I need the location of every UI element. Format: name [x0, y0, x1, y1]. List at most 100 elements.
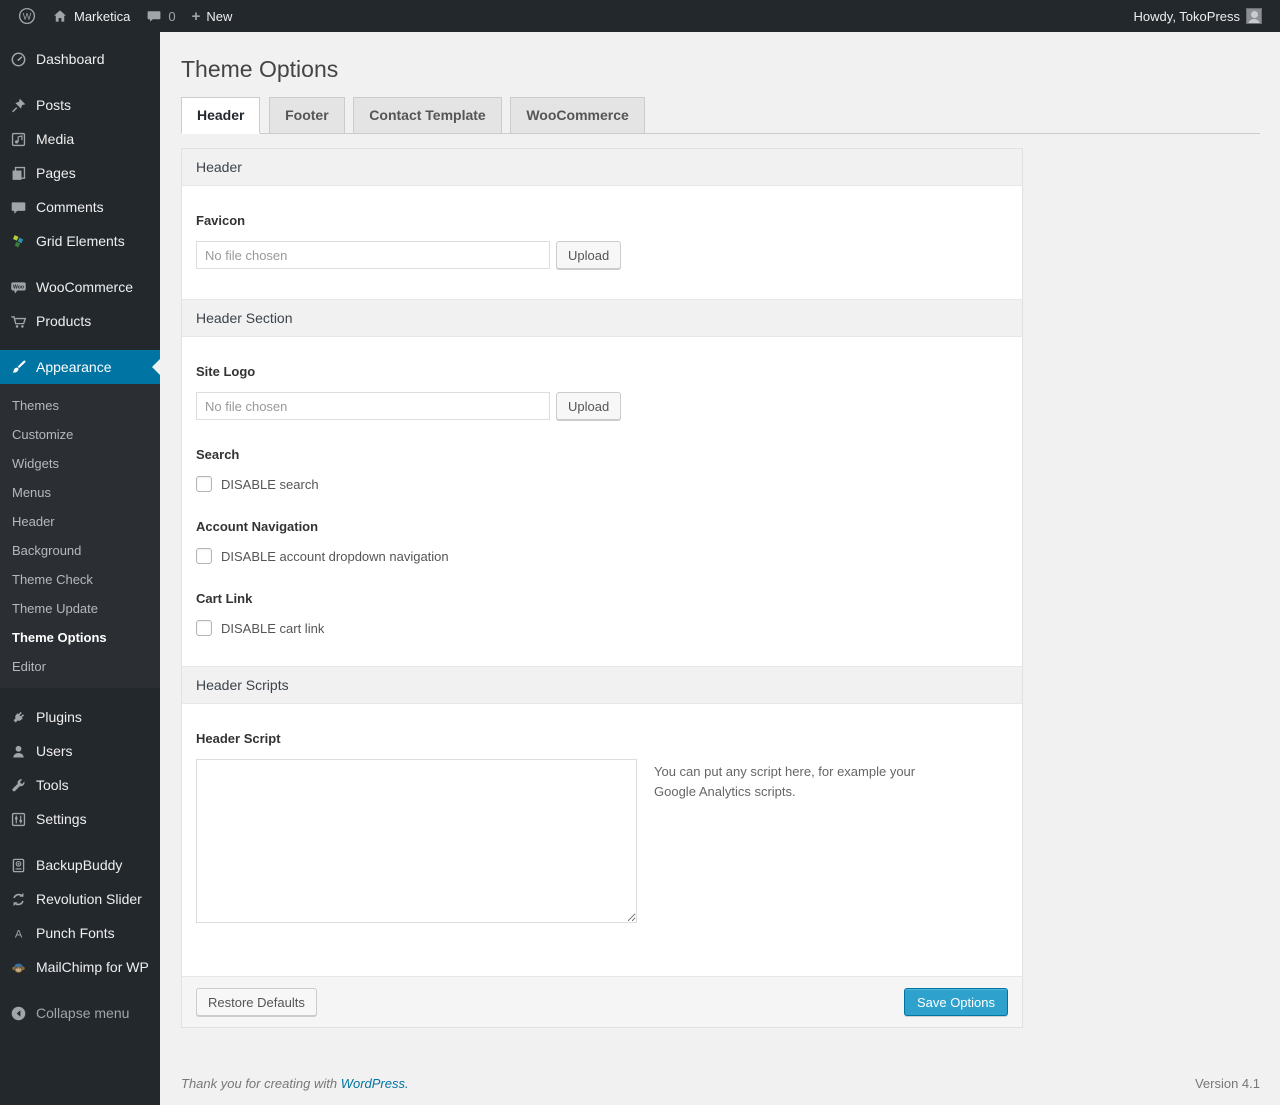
sidebar-item-punch-fonts[interactable]: A Punch Fonts — [0, 916, 160, 950]
version-label: Version 4.1 — [1194, 1076, 1260, 1091]
submenu-item-theme-check[interactable]: Theme Check — [0, 565, 160, 594]
header-script-note: You can put any script here, for example… — [654, 764, 916, 800]
submenu-item-menus[interactable]: Menus — [0, 478, 160, 507]
pushpin-icon — [9, 96, 27, 114]
sidebar-item-users[interactable]: Users — [0, 734, 160, 768]
sidebar-item-collapse-menu[interactable]: Collapse menu — [0, 996, 160, 1030]
favicon-label: Favicon — [196, 213, 246, 228]
sidebar-item-label: Plugins — [36, 709, 82, 725]
disable-search-checkbox[interactable] — [196, 476, 212, 492]
sidebar-item-dashboard[interactable]: Dashboard — [0, 42, 160, 76]
sidebar-item-revolution-slider[interactable]: Revolution Slider — [0, 882, 160, 916]
svg-text:A: A — [14, 928, 22, 940]
page-title: Theme Options — [181, 56, 339, 82]
sidebar-item-label: BackupBuddy — [36, 857, 123, 873]
disable-account-nav-checkbox[interactable] — [196, 548, 212, 564]
account-navigation-label: Account Navigation — [196, 519, 319, 534]
mailchimp-monkey-icon — [9, 958, 27, 976]
wp-logo-menu[interactable]: W — [10, 0, 44, 32]
footer-thanks-text: Thank you for creating with WordPress. — [181, 1076, 409, 1091]
main-content: Theme Options Header Footer Contact Temp… — [160, 32, 1280, 1105]
tab-contact-template[interactable]: Contact Template — [353, 97, 502, 134]
appearance-submenu: Themes Customize Widgets Menus Header Ba… — [0, 384, 160, 688]
footer-thanks-prefix: Thank you for creating with — [181, 1076, 338, 1091]
sidebar-item-label: Grid Elements — [36, 233, 125, 249]
sidebar-item-pages[interactable]: Pages — [0, 156, 160, 190]
comments-shortcut[interactable]: 0 — [138, 0, 183, 32]
sidebar-item-posts[interactable]: Posts — [0, 88, 160, 122]
submenu-item-widgets[interactable]: Widgets — [0, 449, 160, 478]
site-logo-upload-button[interactable]: Upload — [556, 392, 622, 420]
section-header-section-body: Site Logo Upload Search DISABLE search A… — [182, 364, 1022, 666]
sidebar-item-settings[interactable]: Settings — [0, 802, 160, 836]
svg-text:Woo: Woo — [13, 284, 24, 290]
user-avatar — [1246, 8, 1262, 24]
comments-icon — [9, 198, 27, 216]
sidebar-item-media[interactable]: Media — [0, 122, 160, 156]
header-script-label: Header Script — [196, 731, 281, 746]
favicon-upload-button[interactable]: Upload — [556, 241, 622, 269]
admin-sidebar: Dashboard Posts Media Pages Comments Gri… — [0, 32, 160, 1105]
user-icon — [9, 742, 27, 760]
tab-footer[interactable]: Footer — [269, 97, 345, 134]
submenu-item-editor[interactable]: Editor — [0, 652, 160, 681]
sidebar-item-woocommerce[interactable]: Woo WooCommerce — [0, 270, 160, 304]
refresh-arrows-icon — [9, 890, 27, 908]
submenu-item-theme-options[interactable]: Theme Options — [0, 623, 160, 652]
tab-header[interactable]: Header — [181, 97, 261, 134]
paintbrush-icon — [9, 358, 27, 376]
home-icon — [52, 8, 68, 24]
wordpress-link[interactable]: WordPress. — [341, 1076, 409, 1091]
submenu-item-header[interactable]: Header — [0, 507, 160, 536]
sidebar-item-plugins[interactable]: Plugins — [0, 700, 160, 734]
comment-bubble-icon — [146, 8, 162, 24]
restore-defaults-button[interactable]: Restore Defaults — [196, 988, 317, 1016]
submenu-item-themes[interactable]: Themes — [0, 391, 160, 420]
submenu-item-theme-update[interactable]: Theme Update — [0, 594, 160, 623]
wrench-icon — [9, 776, 27, 794]
settings-sliders-icon — [9, 810, 27, 828]
sidebar-item-label: Comments — [36, 199, 104, 215]
new-content-menu[interactable]: + New — [184, 0, 241, 32]
sidebar-item-label: Media — [36, 131, 75, 147]
dashboard-icon — [9, 50, 27, 68]
howdy-label: Howdy, TokoPress — [1133, 8, 1240, 24]
sidebar-item-label: Products — [36, 313, 92, 329]
sidebar-item-comments[interactable]: Comments — [0, 190, 160, 224]
cart-icon — [9, 312, 27, 330]
sidebar-item-mailchimp[interactable]: MailChimp for WP — [0, 950, 160, 984]
panel-footer: Restore Defaults Save Options — [182, 976, 1022, 1027]
site-name-link[interactable]: Marketica — [44, 0, 138, 32]
new-label: New — [206, 8, 233, 24]
site-logo-file-input[interactable] — [196, 392, 550, 420]
sidebar-item-label: WooCommerce — [36, 279, 133, 295]
admin-menu: Dashboard Posts Media Pages Comments Gri… — [0, 42, 160, 1030]
section-header: Header — [182, 149, 1022, 186]
disable-cart-link-checkbox[interactable] — [196, 620, 212, 636]
pages-icon — [9, 164, 27, 182]
submenu-item-background[interactable]: Background — [0, 536, 160, 565]
theme-options-panel: Header Favicon Upload Header Section Sit… — [181, 148, 1023, 1028]
sidebar-item-label: Collapse menu — [36, 1005, 130, 1021]
sidebar-item-label: Users — [36, 743, 73, 759]
backup-disk-icon — [9, 856, 27, 874]
woocommerce-badge-icon: Woo — [9, 278, 27, 296]
sidebar-item-products[interactable]: Products — [0, 304, 160, 338]
sidebar-item-label: Pages — [36, 165, 76, 181]
sidebar-item-grid-elements[interactable]: Grid Elements — [0, 224, 160, 258]
favicon-file-input[interactable] — [196, 241, 550, 269]
tab-woocommerce[interactable]: WooCommerce — [510, 97, 645, 134]
header-script-textarea[interactable] — [196, 759, 637, 923]
section-header-scripts-body: Header Script You can put any script her… — [182, 731, 1022, 976]
sidebar-item-tools[interactable]: Tools — [0, 768, 160, 802]
sidebar-item-appearance[interactable]: Appearance — [0, 350, 160, 384]
sidebar-item-label: Revolution Slider — [36, 891, 142, 907]
search-label: Search — [196, 447, 240, 462]
disable-cart-link-checkbox-label: DISABLE cart link — [221, 620, 325, 636]
howdy-account-menu[interactable]: Howdy, TokoPress — [1126, 0, 1270, 32]
sidebar-item-backupbuddy[interactable]: BackupBuddy — [0, 848, 160, 882]
submenu-item-customize[interactable]: Customize — [0, 420, 160, 449]
svg-text:W: W — [23, 12, 32, 22]
media-icon — [9, 130, 27, 148]
save-options-button[interactable]: Save Options — [903, 988, 1008, 1016]
